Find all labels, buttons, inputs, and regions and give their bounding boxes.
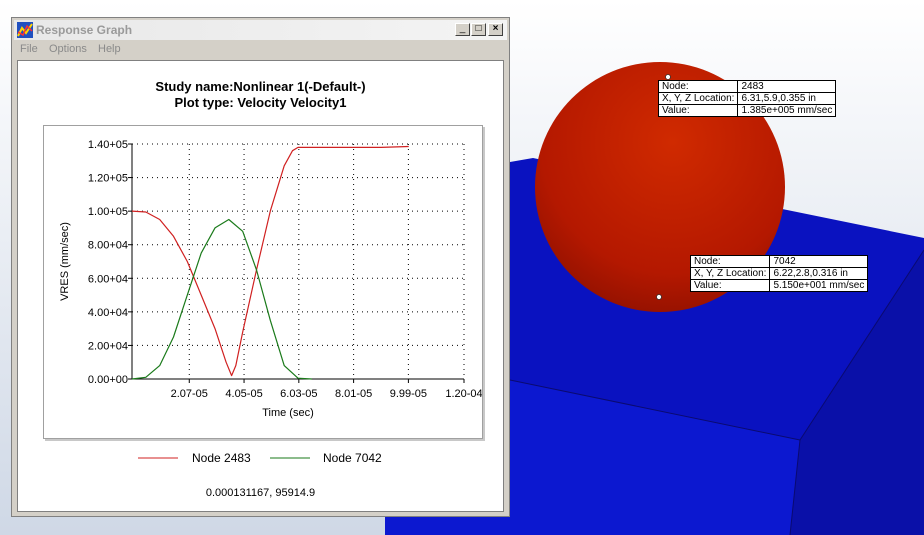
probe-marker[interactable] bbox=[665, 74, 671, 80]
probe-location-value: 6.31,5.9,0.355 in bbox=[737, 92, 837, 105]
velocity-chart[interactable]: 0.00+00 2.00+04 4.00+04 6.00+04 8.00+04 1.00+… bbox=[44, 126, 483, 438]
legend-swatch-node-7042 bbox=[270, 457, 310, 459]
cursor-readout: 0.000131167, 95914.9 bbox=[205, 487, 316, 499]
x-tick-label: 8.01-05 bbox=[335, 388, 372, 400]
x-tick-label: 2.07-05 bbox=[171, 388, 208, 400]
series-line-node-2483 bbox=[131, 145, 409, 377]
probe-node-value: 7042 bbox=[769, 255, 869, 268]
probe-location-label: X, Y, Z Location: bbox=[689, 267, 771, 280]
probe-table-2: Node: 7042 X, Y, Z Location: 6.22,2.8,0.31… bbox=[689, 255, 869, 292]
probe-location-value: 6.22,2.8,0.316 in bbox=[769, 267, 869, 280]
close-button[interactable]: × bbox=[488, 23, 503, 36]
menu-options[interactable]: Options bbox=[49, 43, 87, 55]
y-tick-label: 2.00+04 bbox=[88, 340, 128, 352]
y-tick-label: 8.00+04 bbox=[88, 240, 128, 252]
series-line-node-7042 bbox=[131, 218, 312, 380]
probe-location-label: X, Y, Z Location: bbox=[657, 92, 739, 105]
probe-value: 5.150e+001 mm/sec bbox=[769, 279, 869, 292]
probe-value: 1.385e+005 mm/sec bbox=[737, 104, 837, 117]
legend-label-node-7042: Node 7042 bbox=[323, 451, 382, 465]
y-tick-label: 4.00+04 bbox=[88, 307, 128, 319]
legend-swatch-node-2483 bbox=[138, 457, 178, 459]
y-tick-label: 1.20+05 bbox=[88, 173, 128, 185]
x-tick-label: 4.05-05 bbox=[225, 388, 262, 400]
response-graph-window[interactable]: Response Graph _ □ × File Options Help S… bbox=[11, 17, 510, 517]
window-title: Response Graph bbox=[36, 23, 133, 37]
graph-client-area: Study name:Nonlinear 1(-Default-) Plot t… bbox=[17, 60, 504, 512]
graph-app-icon[interactable] bbox=[17, 22, 33, 38]
maximize-button[interactable]: □ bbox=[471, 23, 486, 36]
x-tick-label: 1.20-04 bbox=[445, 388, 482, 400]
probe-node-label: Node: bbox=[657, 80, 739, 93]
menu-bar: File Options Help bbox=[14, 41, 507, 59]
chart-subtitle: Plot type: Velocity Velocity1 bbox=[174, 95, 347, 110]
y-tick-label: 1.00+05 bbox=[88, 206, 128, 218]
plot-frame[interactable]: 0.00+00 2.00+04 4.00+04 6.00+04 8.00+04 1.00+… bbox=[43, 125, 483, 439]
menu-help[interactable]: Help bbox=[98, 43, 121, 55]
chart-title: Study name:Nonlinear 1(-Default-) bbox=[155, 79, 366, 94]
x-tick-label: 9.99-05 bbox=[390, 388, 427, 400]
probe-value-label: Value: bbox=[689, 279, 771, 292]
legend-label-node-2483: Node 2483 bbox=[192, 451, 251, 465]
menu-file[interactable]: File bbox=[20, 43, 38, 55]
probe-node-value: 2483 bbox=[737, 80, 837, 93]
x-tick-label: 6.03-05 bbox=[280, 388, 317, 400]
minimize-button[interactable]: _ bbox=[455, 23, 470, 36]
y-tick-label: 1.40+05 bbox=[88, 139, 128, 151]
y-tick-label: 0.00+00 bbox=[88, 374, 128, 386]
y-axis-label: VRES (mm/sec) bbox=[59, 222, 71, 301]
probe-marker[interactable] bbox=[656, 294, 662, 300]
probe-value-label: Value: bbox=[657, 104, 739, 117]
y-tick-label: 6.00+04 bbox=[88, 273, 128, 285]
x-axis-label: Time (sec) bbox=[262, 407, 314, 419]
probe-node-label: Node: bbox=[689, 255, 771, 268]
window-titlebar[interactable]: Response Graph _ □ × bbox=[14, 20, 507, 40]
probe-table-1: Node: 2483 X, Y, Z Location: 6.31,5.9,0.35… bbox=[657, 80, 837, 117]
